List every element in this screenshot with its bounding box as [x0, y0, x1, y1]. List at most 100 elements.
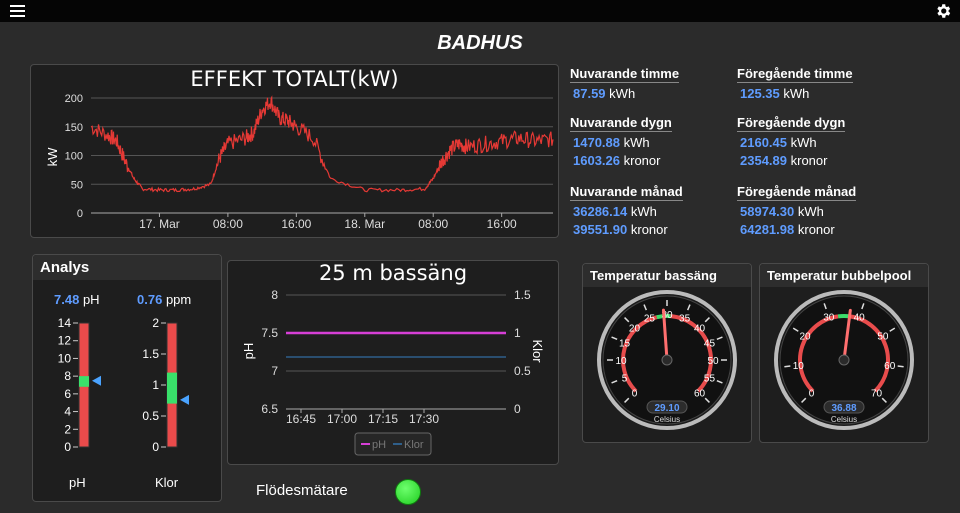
y-tick-label: 50: [71, 179, 83, 191]
klor-tick-label: 1.5: [142, 347, 159, 361]
x-tick-label: 18. Mar: [344, 217, 385, 231]
stat-row: 1603.26 kronor: [570, 153, 672, 168]
gauge-panel-bubbelpool: Temperatur bubbelpool 0 10 20 30 40 50 60 70 36.…: [759, 263, 929, 443]
stat-unit: kronor: [797, 222, 835, 237]
x-tick-label: 08:00: [213, 217, 243, 231]
temperature-gauge-bubbelpool: 0 10 20 30 40 50 60 70 36.88Celsius: [774, 290, 914, 430]
flow-status-indicator: [395, 479, 421, 505]
effekt-chart: 0 50 100 150 200 17. Mar 08:00 16:00 18. Mar 08:0…: [45, 93, 554, 231]
stat-block: Föregående månad 58974.30 kWh 64281.98 kro…: [737, 184, 857, 237]
stat-value: 87.59: [573, 86, 606, 101]
effekt-chart-panel: EFFEKT TOTALT(kW) 0 50 100 150 200 17. Mar 08:…: [30, 64, 559, 238]
stat-heading: Nuvarande timme: [570, 66, 680, 83]
x-tick-label: 16:00: [281, 217, 311, 231]
bassang-chart-panel: 25 m bassäng 6.5 7 7.5 8 0 0.5 1 1.5 16:45 17:00 1…: [227, 260, 559, 465]
y-tick-label: 100: [65, 151, 83, 163]
series-line-kw: [90, 95, 554, 193]
x-tick-label: 17. Mar: [139, 217, 180, 231]
stat-unit: kronor: [630, 222, 668, 237]
stat-row: 125.35 kWh: [737, 86, 853, 101]
gauge-tick-label: 50: [877, 332, 889, 343]
klor-tick-label: 0.5: [142, 409, 159, 423]
gauge-unit: Celsius: [831, 415, 857, 424]
stat-heading: Föregående timme: [737, 66, 853, 83]
y-tick-label: 150: [65, 122, 83, 134]
gauge-tick: [784, 365, 791, 368]
gauge-unit: Celsius: [654, 415, 680, 424]
gauge-hub: [661, 354, 673, 366]
ph-green-zone: [79, 376, 89, 387]
gauge-hub: [838, 354, 850, 366]
ph-value: 7.48 pH: [54, 292, 100, 307]
gauge-tick-label: 50: [707, 356, 719, 367]
bassang-chart: 6.5 7 7.5 8 0 0.5 1 1.5 16:45 17:00 17:15 17:30 pH Kl…: [241, 288, 545, 456]
klor-tick-label: 2: [152, 316, 159, 330]
gauge-value: 36.88: [831, 403, 856, 414]
gauge-tick-label: 10: [793, 361, 805, 372]
x-tick-label: 08:00: [418, 217, 448, 231]
legend-label-ph: pH: [372, 439, 386, 451]
stat-unit: kWh: [797, 204, 824, 219]
gear-icon[interactable]: [934, 2, 952, 20]
x-tick-label: 17:15: [368, 412, 398, 426]
ph-tick-label: 2: [64, 422, 71, 436]
gauge-tick-label: 10: [615, 356, 627, 367]
stat-value: 2160.45: [740, 135, 787, 150]
gauge-tick-label: 60: [884, 361, 896, 372]
y-tick-label: 7: [271, 364, 278, 378]
gauge-tick-label: 70: [871, 389, 883, 400]
ph-tick-label: 12: [58, 334, 72, 348]
stat-unit: kWh: [623, 135, 650, 150]
stat-row: 2160.45 kWh: [737, 135, 845, 150]
stat-unit: kronor: [623, 153, 661, 168]
x-tick-label: 17:00: [327, 412, 357, 426]
y-axis-label: pH: [241, 343, 256, 360]
gauge-tick-label: 40: [854, 313, 866, 324]
gauge-tick-label: 35: [679, 314, 691, 325]
stat-unit: kWh: [783, 86, 810, 101]
klor-tick-label: 1: [152, 378, 159, 392]
stat-heading: Nuvarande månad: [570, 184, 683, 201]
stat-row: 1470.88 kWh: [570, 135, 672, 150]
stat-value: 58974.30: [740, 204, 795, 219]
analys-bars: 0 2 4 6 8 10 12 14 0 0.5 1 1.5 2: [58, 316, 189, 454]
stat-block: Nuvarande dygn 1470.88 kWh 1603.26 kronor: [570, 115, 672, 168]
stat-value: 64281.98: [740, 222, 795, 237]
gauge-tick-label: 25: [644, 314, 656, 325]
y2-tick-label: 1.5: [514, 288, 531, 302]
y-tick-label: 0: [77, 208, 83, 220]
stat-block: Föregående dygn 2160.45 kWh 2354.89 kronor: [737, 115, 846, 168]
temperature-gauge-bassang: 0510152025 30 35404550556029.10Celsius: [597, 290, 737, 430]
gauge-tick-label: 30: [823, 313, 835, 324]
gauge-tick: [897, 365, 904, 368]
ph-tick-label: 4: [64, 405, 71, 419]
gauge-title-bassang: Temperatur bassäng: [583, 264, 751, 287]
klor-pointer: [180, 394, 189, 405]
gauge-tick-label: 20: [629, 323, 641, 334]
klor-tick-label: 0: [152, 440, 159, 454]
ph-tick-label: 14: [58, 316, 72, 330]
klor-value: 0.76 ppm: [137, 292, 192, 307]
hamburger-menu-icon[interactable]: [10, 5, 25, 17]
x-tick-label: 16:45: [286, 412, 316, 426]
y-tick-label: 6.5: [261, 402, 278, 416]
y2-tick-label: 1: [514, 326, 521, 340]
analys-panel: Analys 7.48 pH 0.76 ppm 0 2 4 6 8 10 12 14 0 0.5 1…: [32, 254, 222, 502]
gauge-tick-label: 15: [619, 338, 631, 349]
gauge-tick-label: 5: [622, 374, 628, 385]
klor-label: Klor: [155, 475, 179, 490]
stat-unit: kWh: [790, 135, 817, 150]
legend-label-klor: Klor: [404, 439, 424, 451]
gauge-tick-label: 45: [704, 338, 716, 349]
stat-unit: kWh: [630, 204, 657, 219]
flow-meter-label: Flödesmätare: [256, 482, 348, 499]
stat-row: 39551.90 kronor: [570, 222, 683, 237]
stat-value: 1603.26: [573, 153, 620, 168]
stat-row: 87.59 kWh: [570, 86, 679, 101]
gauge-title-bubbelpool: Temperatur bubbelpool: [760, 264, 928, 287]
stat-row: 2354.89 kronor: [737, 153, 845, 168]
ph-tick-label: 0: [64, 440, 71, 454]
y-tick-label: 7.5: [261, 326, 278, 340]
stat-heading: Nuvarande dygn: [570, 115, 672, 132]
y-tick-label: 8: [271, 288, 278, 302]
